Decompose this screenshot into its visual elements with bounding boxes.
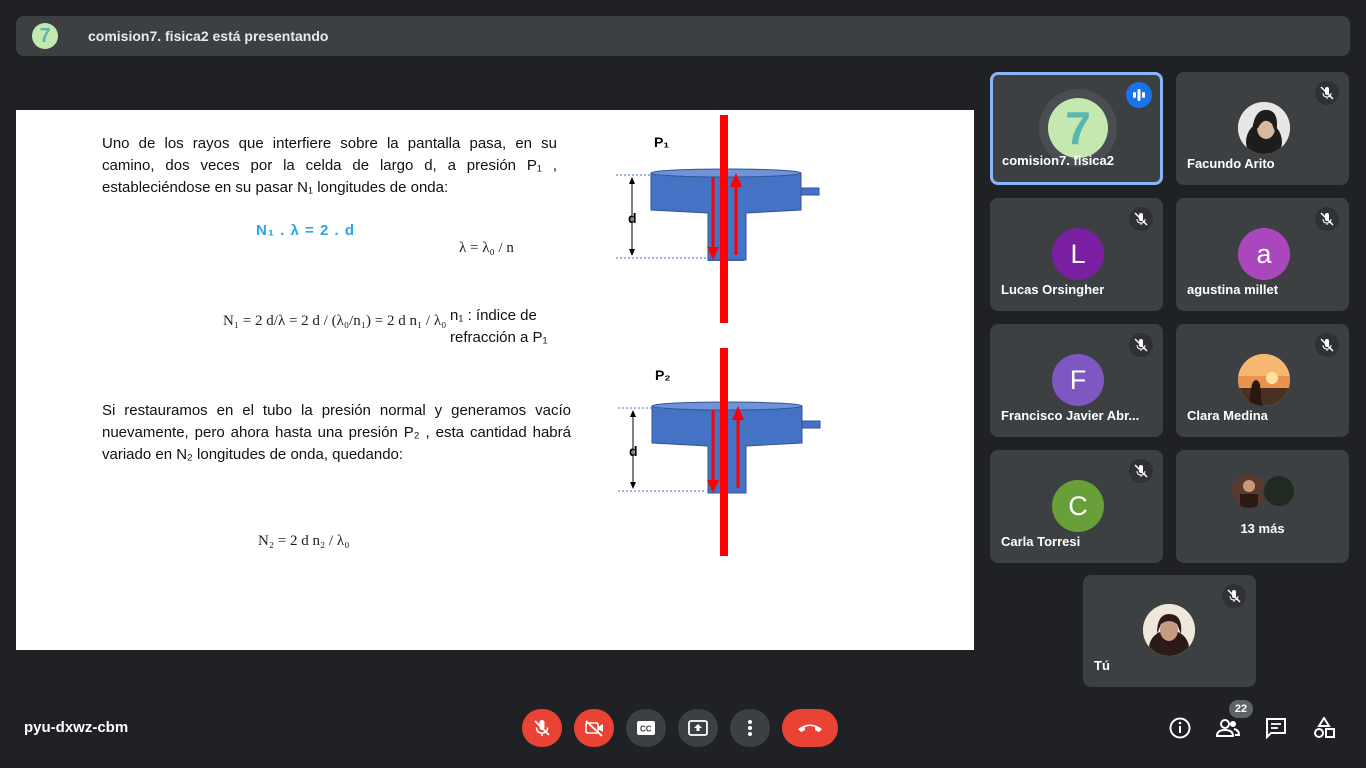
- participant-avatar: [1238, 102, 1290, 154]
- more-participants-label: 13 más: [1240, 521, 1285, 536]
- captions-icon: CC: [637, 721, 655, 735]
- people-button[interactable]: [1216, 716, 1240, 740]
- participant-name: Tú: [1094, 658, 1110, 673]
- n1-label-line2: refracción a P₁: [450, 329, 548, 346]
- participant-name: Lucas Orsingher: [1001, 282, 1105, 297]
- slide-paragraph-1: Uno de los rayos que interfiere sobre la…: [102, 135, 557, 196]
- participant-tile-clara[interactable]: Clara Medina: [1176, 324, 1349, 437]
- participant-avatar: 7: [1048, 98, 1108, 158]
- participant-name: Clara Medina: [1187, 408, 1268, 423]
- participant-avatar: [1238, 354, 1290, 406]
- people-icon: [1216, 719, 1240, 737]
- n1-label-line1: n₁ : índice de: [450, 307, 537, 324]
- equation-n1-lambda: N₁ . λ = 2 . d: [256, 222, 355, 239]
- participant-thumb: [1262, 474, 1296, 508]
- participant-avatar: [1143, 604, 1195, 656]
- microphone-toggle-button[interactable]: [522, 709, 562, 747]
- cell-diagram-p2: d P₂: [618, 348, 821, 556]
- present-screen-button[interactable]: [678, 709, 718, 747]
- diagram-top-d: d: [628, 210, 637, 226]
- camera-toggle-button[interactable]: [574, 709, 614, 747]
- mic-off-icon: [1315, 81, 1339, 105]
- participant-tile-carla[interactable]: C Carla Torresi: [990, 450, 1163, 563]
- slide-paragraph-2: Si restauramos en el tubo la presión nor…: [102, 402, 571, 463]
- activities-button[interactable]: [1312, 716, 1336, 740]
- hang-up-icon: [798, 724, 822, 732]
- cell-diagram-p1: d P₁: [616, 115, 820, 323]
- chat-icon: [1266, 718, 1286, 739]
- participant-name: comision7. fisica2: [1002, 153, 1114, 168]
- info-icon: [1169, 717, 1191, 739]
- participant-tile-lucas[interactable]: L Lucas Orsingher: [990, 198, 1163, 311]
- participant-avatar: a: [1238, 228, 1290, 280]
- camera-off-icon: [585, 720, 603, 737]
- more-vert-icon: [748, 720, 752, 736]
- participant-tile-francisco[interactable]: F Francisco Javier Abr...: [990, 324, 1163, 437]
- participant-name: agustina millet: [1187, 282, 1279, 297]
- participant-avatar: L: [1052, 228, 1104, 280]
- presenting-banner: 7 comision7. fisica2 está presentando: [16, 16, 1350, 56]
- presenter-avatar: 7: [32, 23, 58, 49]
- shared-screen: Uno de los rayos que interfiere sobre la…: [16, 110, 974, 650]
- participant-name: Francisco Javier Abr...: [1001, 408, 1140, 423]
- participant-avatar: F: [1052, 354, 1104, 406]
- participant-tile-comision7[interactable]: 7 comision7. fisica2: [990, 72, 1163, 185]
- participant-thumb: [1232, 474, 1266, 508]
- more-options-button[interactable]: [730, 709, 770, 747]
- chat-button[interactable]: [1264, 716, 1288, 740]
- diagram-top-pressure: P₁: [654, 134, 669, 150]
- participant-tile-self[interactable]: Tú: [1083, 575, 1256, 687]
- meeting-details-button[interactable]: [1168, 716, 1192, 740]
- mic-off-icon: [534, 720, 550, 736]
- participant-tile-agustina[interactable]: a agustina millet: [1176, 198, 1349, 311]
- more-participants-tile[interactable]: 13 más: [1176, 450, 1349, 563]
- participant-avatar: C: [1052, 480, 1104, 532]
- diagram-bottom-d: d: [629, 443, 638, 459]
- svg-text:CC: CC: [640, 725, 652, 734]
- participant-name: Facundo Arito: [1187, 156, 1275, 171]
- participant-name: Carla Torresi: [1001, 534, 1081, 549]
- mic-off-icon: [1129, 333, 1153, 357]
- diagram-bottom-pressure: P₂: [655, 367, 671, 383]
- mic-off-icon: [1315, 333, 1339, 357]
- equation-n2: N₂ = 2 d n₂ / λ₀: [258, 533, 350, 549]
- participant-tile-facundo[interactable]: Facundo Arito: [1176, 72, 1349, 185]
- mic-off-icon: [1129, 459, 1153, 483]
- mic-off-icon: [1129, 207, 1153, 231]
- mic-off-icon: [1315, 207, 1339, 231]
- meeting-code: pyu-dxwz-cbm: [24, 719, 129, 736]
- activities-icon: [1314, 717, 1335, 738]
- equation-n1: N₁ = 2 d/λ = 2 d / (λ₀/n₁) = 2 d n₁ / λ₀: [223, 313, 447, 329]
- present-screen-icon: [688, 720, 708, 736]
- leave-call-button[interactable]: [782, 709, 838, 747]
- presenting-text: comision7. fisica2 está presentando: [88, 28, 329, 44]
- equation-lambda: λ = λ₀ / n: [459, 240, 514, 256]
- mic-off-icon: [1222, 584, 1246, 608]
- captions-button[interactable]: CC: [626, 709, 666, 747]
- speaking-indicator-icon: [1126, 82, 1152, 108]
